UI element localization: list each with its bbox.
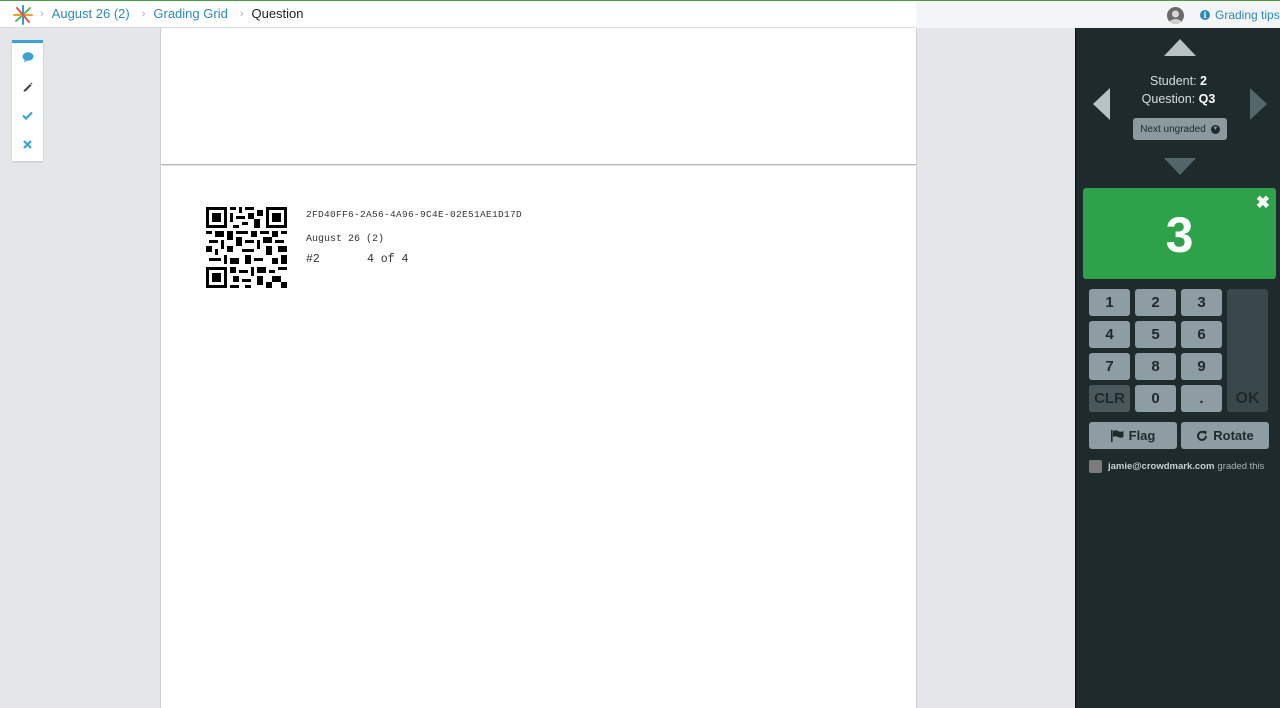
keypad-4-button[interactable]: 4	[1089, 321, 1130, 348]
pen-tool-button[interactable]	[12, 72, 43, 101]
next-question-arrow-icon[interactable]	[1164, 158, 1196, 175]
score-display: 3 ✖	[1083, 188, 1276, 279]
info-icon: i	[1200, 10, 1210, 20]
next-ungraded-label: Next ungraded	[1140, 123, 1206, 135]
clear-score-close-icon[interactable]: ✖	[1256, 193, 1270, 213]
breadcrumb-exam-link[interactable]: August 26 (2)	[52, 6, 130, 21]
breadcrumb-grading-grid-link[interactable]: Grading Grid	[153, 6, 227, 21]
close-icon	[23, 140, 32, 149]
grading-tips-link[interactable]: i Grading tips	[1200, 8, 1280, 22]
keypad-ok-button[interactable]: OK	[1227, 289, 1268, 412]
graded-by-note: jamie@crowdmark.com graded this	[1089, 460, 1264, 473]
pencil-icon	[23, 82, 33, 92]
page-exam-name: August 26 (2)	[306, 234, 385, 245]
chevron-right-icon: ›	[239, 7, 244, 20]
scanned-page: 2FD40FF6-2A56-4A96-9C4E-02E51AE1D17D Aug…	[160, 166, 917, 708]
user-avatar[interactable]	[1167, 7, 1184, 24]
previous-question-arrow-icon[interactable]	[1164, 39, 1196, 56]
comment-icon	[22, 52, 33, 63]
chevron-right-icon: ›	[141, 7, 146, 20]
keypad-1-button[interactable]: 1	[1089, 289, 1130, 316]
flag-icon	[1110, 429, 1124, 442]
question-value: Q3	[1198, 92, 1216, 106]
chevron-right-icon: ›	[40, 7, 44, 20]
chevron-down-icon: ▼	[1210, 124, 1220, 134]
keypad-9-button[interactable]: 9	[1181, 353, 1222, 380]
check-tool-button[interactable]	[12, 101, 43, 130]
score-value: 3	[1165, 207, 1194, 263]
breadcrumb-current: Question	[251, 6, 304, 21]
crowdmark-logo-icon[interactable]	[12, 4, 34, 26]
student-value: 2	[1200, 74, 1207, 88]
keypad-0-button[interactable]: 0	[1135, 385, 1176, 412]
comment-tool-button[interactable]	[12, 43, 43, 72]
check-icon	[22, 111, 33, 120]
flag-label: Flag	[1128, 428, 1156, 443]
previous-page-region	[160, 28, 917, 165]
rotate-icon	[1197, 430, 1208, 441]
qr-code-icon	[206, 207, 287, 288]
keypad-6-button[interactable]: 6	[1181, 321, 1222, 348]
graded-text: graded this	[1217, 461, 1265, 472]
page-count: 4 of 4	[367, 253, 409, 266]
grader-email: jamie@crowdmark.com	[1108, 461, 1215, 472]
keypad-2-button[interactable]: 2	[1135, 289, 1176, 316]
student-label: Student:	[1149, 74, 1197, 88]
breadcrumb: › August 26 (2) › Grading Grid › Questio…	[40, 6, 304, 21]
annotation-toolbar	[12, 40, 43, 161]
keypad-clear-button[interactable]: CLR	[1089, 385, 1130, 412]
rotate-label: Rotate	[1213, 428, 1254, 443]
keypad-5-button[interactable]: 5	[1135, 321, 1176, 348]
cross-tool-button[interactable]	[12, 130, 43, 159]
grading-tips-label: Grading tips	[1215, 8, 1280, 22]
grader-avatar	[1089, 460, 1102, 473]
top-bar: › August 26 (2) › Grading Grid › Questio…	[0, 0, 1280, 28]
next-ungraded-button[interactable]: Next ungraded ▼	[1133, 118, 1227, 140]
keypad-decimal-button[interactable]: .	[1181, 385, 1222, 412]
question-label: Question:	[1141, 92, 1196, 106]
grading-panel: Student: 2 Question: Q3 Next ungraded ▼ …	[1075, 28, 1280, 708]
keypad-8-button[interactable]: 8	[1135, 353, 1176, 380]
page-uuid: 2FD40FF6-2A56-4A96-9C4E-02E51AE1D17D	[306, 209, 523, 220]
rotate-button[interactable]: Rotate	[1181, 422, 1269, 449]
keypad-3-button[interactable]: 3	[1181, 289, 1222, 316]
student-question-info: Student: 2 Question: Q3	[1076, 72, 1280, 108]
flag-button[interactable]: Flag	[1089, 422, 1177, 449]
keypad-7-button[interactable]: 7	[1089, 353, 1130, 380]
page-student-number: #2	[306, 253, 320, 266]
